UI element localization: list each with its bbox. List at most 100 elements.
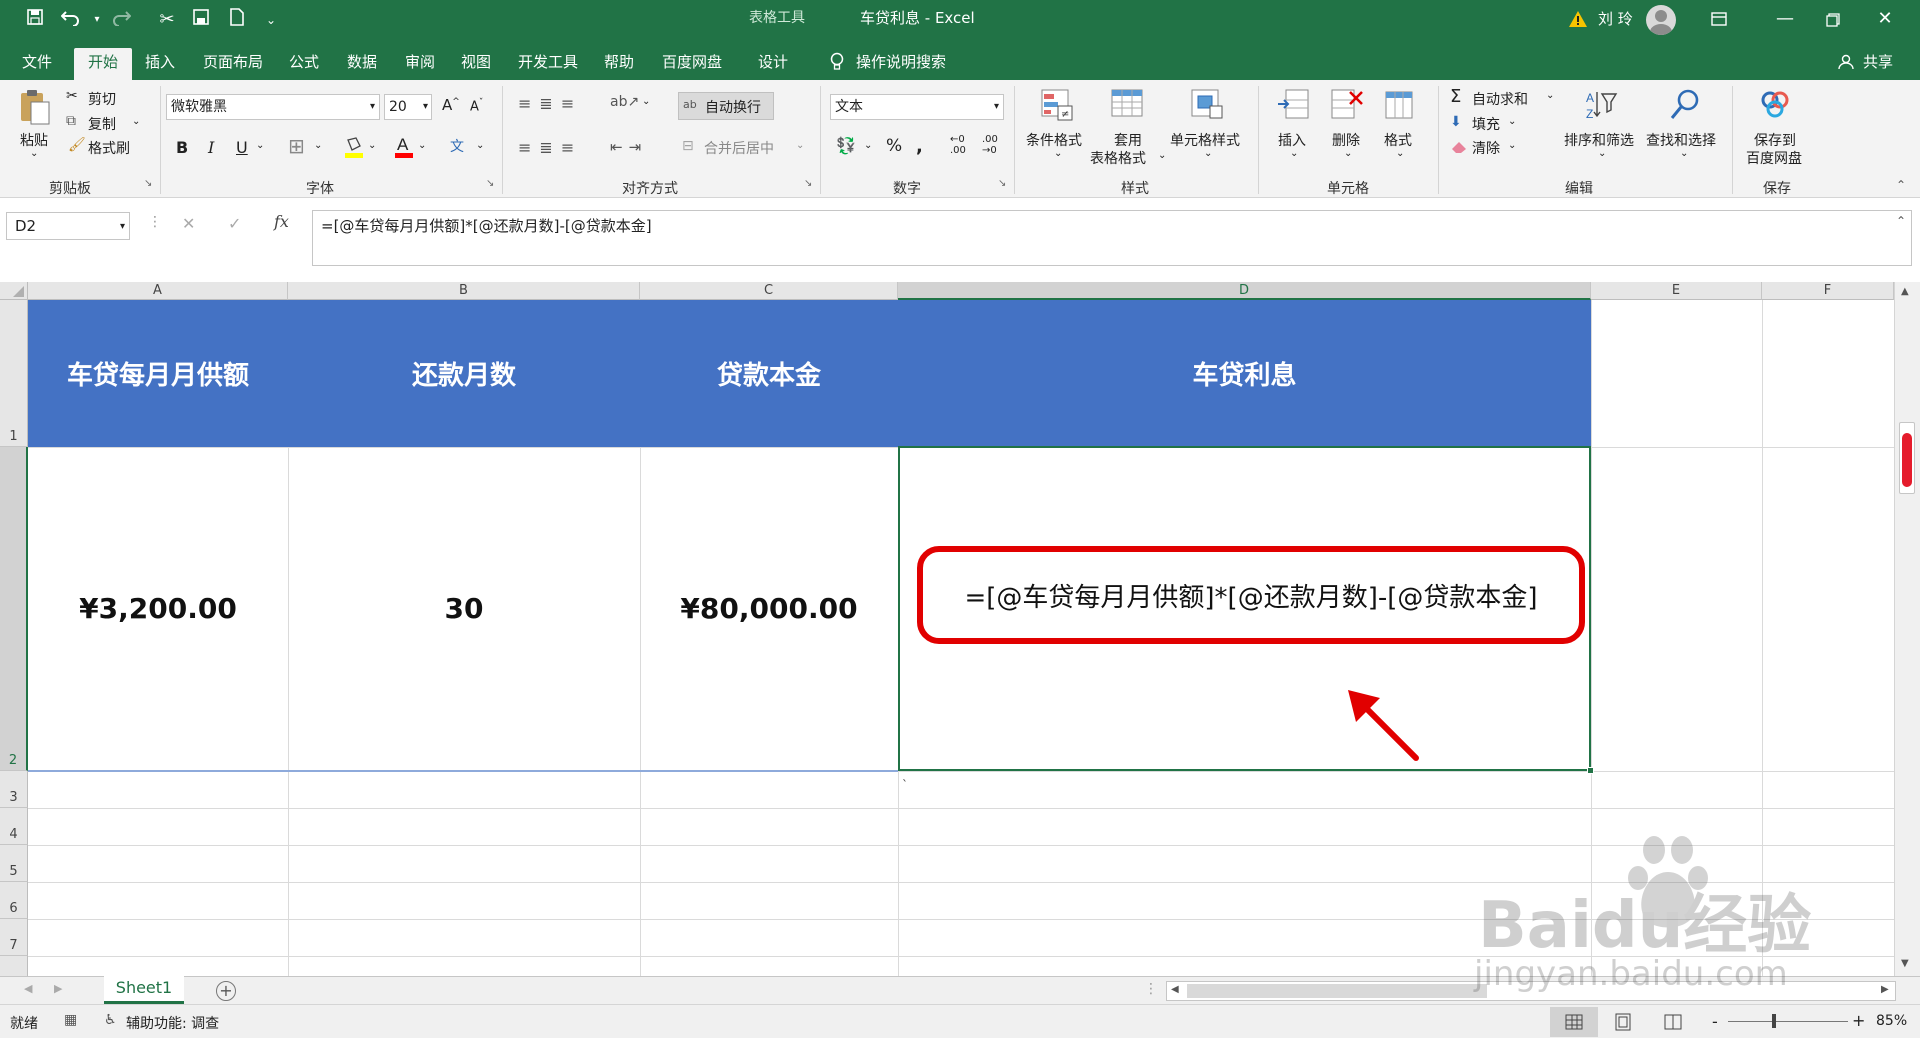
decrease-decimal-icon[interactable]: .00 →0 (982, 134, 998, 156)
format-as-table-icon[interactable] (1110, 88, 1144, 122)
format-as-table-dropdown-icon[interactable]: ⌄ (1158, 150, 1166, 161)
row-header-6[interactable]: 6 (0, 882, 28, 919)
copy-icon[interactable]: ⧉ (66, 113, 76, 129)
tab-baidu-netdisk[interactable]: 百度网盘 (656, 48, 728, 80)
row-header-5[interactable]: 5 (0, 845, 28, 882)
fill-dropdown-icon[interactable]: ⌄ (1508, 116, 1516, 127)
zoom-out-button[interactable]: - (1712, 1012, 1718, 1031)
formula-input[interactable]: =[@车贷每月月供额]*[@还款月数]-[@贷款本金] (312, 210, 1912, 266)
underline-button[interactable]: U (236, 138, 248, 157)
column-header-f[interactable]: F (1762, 282, 1894, 300)
row-header-8[interactable] (0, 956, 28, 976)
indent-icons[interactable]: ⇤⇥ (610, 138, 647, 156)
insert-cells-button[interactable]: 插入 (1278, 130, 1306, 150)
scroll-down-icon[interactable]: ▼ (1901, 958, 1909, 969)
cut-icon[interactable]: ✂ (66, 88, 78, 104)
page-break-view-icon[interactable] (1664, 1013, 1682, 1035)
zoom-in-button[interactable]: + (1852, 1011, 1865, 1030)
new-file-icon[interactable] (224, 8, 250, 32)
tab-developer[interactable]: 开发工具 (512, 48, 584, 80)
close-button[interactable]: ✕ (1862, 0, 1908, 40)
fill-handle[interactable] (1587, 767, 1594, 774)
row-header-3[interactable]: 3 (0, 771, 28, 808)
column-header-c[interactable]: C (640, 282, 898, 300)
cell-styles-icon[interactable] (1190, 88, 1224, 122)
clear-button[interactable]: 清除 (1472, 138, 1500, 158)
scroll-left-icon[interactable]: ◀ (1171, 984, 1179, 995)
prev-sheet-icon[interactable]: ◀ (24, 982, 32, 995)
zoom-slider-thumb[interactable] (1772, 1014, 1776, 1028)
find-dropdown-icon[interactable]: ⌄ (1680, 148, 1688, 159)
worksheet-grid[interactable]: A B C D E F 1 2 3 4 5 6 7 车贷每月月供额 还款月数 贷… (0, 282, 1920, 976)
format-cells-icon[interactable] (1382, 88, 1416, 122)
scroll-right-icon[interactable]: ▶ (1881, 984, 1889, 995)
column-header-e[interactable]: E (1591, 282, 1762, 300)
cut-button[interactable]: 剪切 (88, 89, 116, 109)
format-as-table-label-1[interactable]: 套用 (1114, 130, 1142, 150)
increase-font-icon[interactable]: A^ (442, 96, 460, 114)
undo-dropdown-icon[interactable]: ▾ (84, 8, 110, 32)
cancel-entry-icon[interactable]: ✕ (182, 214, 195, 233)
eraser-icon[interactable] (1450, 140, 1468, 154)
cell-b1[interactable]: 还款月数 (288, 300, 640, 447)
tab-data[interactable]: 数据 (342, 48, 382, 80)
borders-dropdown-icon[interactable]: ⌄ (314, 140, 322, 151)
insert-cells-icon[interactable] (1276, 88, 1310, 122)
sort-filter-icon[interactable]: AZ (1584, 88, 1618, 122)
tab-page-layout[interactable]: 页面布局 (198, 48, 268, 80)
normal-view-button[interactable] (1550, 1007, 1598, 1037)
cell-d1[interactable]: 车贷利息 (898, 300, 1591, 447)
cell-b2[interactable]: 30 (288, 447, 640, 770)
sheet-tab-sheet1[interactable]: Sheet1 (104, 976, 184, 1004)
copy-button[interactable]: 复制 (88, 114, 116, 134)
baidu-netdisk-icon[interactable] (1758, 88, 1792, 122)
bold-button[interactable]: B (176, 138, 188, 157)
collapse-ribbon-icon[interactable]: ⌃ (1896, 178, 1906, 192)
number-launcher-icon[interactable]: ↘ (998, 178, 1006, 189)
percent-button[interactable]: % (886, 136, 902, 156)
format-painter-icon[interactable]: 🖌 (68, 137, 86, 153)
avatar[interactable] (1646, 5, 1676, 35)
ribbon-display-icon[interactable] (1696, 0, 1742, 40)
wrap-text-button[interactable]: ab 自动换行 (678, 92, 774, 120)
restore-button[interactable] (1810, 0, 1856, 40)
insert-function-icon[interactable]: fx (274, 212, 289, 231)
vertical-scrollbar[interactable]: ▲ ▼ (1894, 282, 1920, 976)
select-all-corner[interactable] (0, 282, 28, 300)
cell-c1[interactable]: 贷款本金 (640, 300, 898, 447)
cut-icon[interactable]: ✂ (154, 8, 180, 32)
cell-a1[interactable]: 车贷每月月供额 (28, 300, 288, 447)
conditional-format-button[interactable]: 条件格式 (1026, 130, 1082, 150)
more-handle-icon[interactable]: ⋮ (148, 214, 162, 230)
cell-c2[interactable]: ¥80,000.00 (640, 447, 898, 770)
font-size-select[interactable]: 20 ▾ (384, 94, 432, 120)
delete-cells-icon[interactable] (1330, 88, 1364, 122)
minimize-button[interactable]: — (1762, 0, 1808, 40)
fill-color-icon[interactable] (344, 136, 364, 160)
save-icon[interactable] (22, 8, 48, 32)
name-box[interactable]: D2 ▾ (6, 212, 130, 240)
horizontal-scrollbar[interactable]: ◀ ▶ (1166, 981, 1896, 1001)
tab-review[interactable]: 审阅 (400, 48, 440, 80)
paste-label[interactable]: 粘贴 (20, 130, 48, 150)
horizontal-scroll-thumb[interactable] (1187, 984, 1487, 998)
tab-view[interactable]: 视图 (456, 48, 496, 80)
paste-dropdown-icon[interactable]: ⌄ (30, 148, 38, 159)
vertical-align-icons[interactable]: ≡≣≡ (518, 94, 582, 113)
cell-styles-button[interactable]: 单元格样式 (1170, 130, 1240, 150)
fill-down-icon[interactable]: ⬇ (1450, 114, 1462, 130)
copy-dropdown-icon[interactable]: ⌄ (132, 116, 140, 127)
font-color-dropdown-icon[interactable]: ⌄ (418, 140, 426, 151)
phonetic-icon[interactable]: 文 (450, 136, 464, 156)
format-painter-button[interactable]: 格式刷 (88, 138, 130, 158)
page-layout-view-icon[interactable] (1614, 1013, 1632, 1035)
macro-record-icon[interactable]: ▦ (64, 1012, 77, 1028)
merge-center-button[interactable]: ⊟ 合并后居中 ⌄ (678, 134, 808, 162)
accounting-format-icon[interactable]: 💱 (836, 136, 856, 155)
save-to-label-2[interactable]: 百度网盘 (1746, 148, 1802, 168)
share-button[interactable]: 共享 (1858, 48, 1898, 80)
zoom-slider-track[interactable] (1728, 1021, 1848, 1022)
clipboard-launcher-icon[interactable]: ↘ (144, 178, 152, 189)
row-header-2[interactable]: 2 (0, 447, 28, 771)
redo-icon[interactable] (108, 8, 134, 32)
